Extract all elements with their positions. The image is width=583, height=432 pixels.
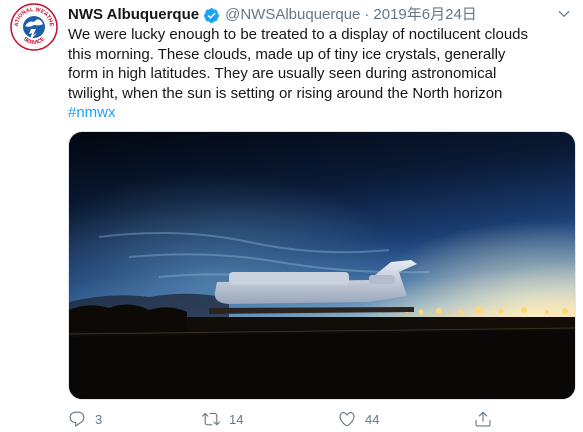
chevron-down-icon[interactable] — [557, 7, 571, 21]
separator: · — [364, 6, 370, 23]
display-name[interactable]: NWS Albuquerque — [68, 5, 199, 25]
retweet-button[interactable]: 14 — [202, 410, 243, 428]
tweet-header: NWS Albuquerque @NWSAlbuquerque · 2019年6… — [68, 5, 477, 25]
retweet-icon — [202, 412, 220, 426]
tweet-actions: 3 14 44 — [68, 408, 498, 430]
tweet-photo[interactable] — [68, 131, 576, 400]
sky-photo — [69, 132, 575, 399]
reply-icon — [69, 411, 85, 427]
reply-button[interactable]: 3 — [68, 410, 102, 428]
tweet-text: We were lucky enough to be treated to a … — [68, 25, 568, 123]
avatar[interactable]: NATIONAL WEATHER SERVICE — [9, 2, 59, 52]
hashtag-link[interactable]: #nmwx — [68, 104, 116, 121]
like-button[interactable]: 44 — [338, 410, 379, 428]
retweet-count: 14 — [229, 411, 244, 427]
share-icon — [475, 411, 491, 427]
reply-count: 3 — [95, 411, 103, 427]
nws-logo: NATIONAL WEATHER SERVICE — [9, 2, 58, 51]
like-icon — [339, 412, 355, 427]
like-count: 44 — [365, 411, 380, 427]
handle[interactable]: @NWSAlbuquerque — [225, 5, 360, 25]
verified-badge-icon — [203, 7, 220, 24]
tweet-body: We were lucky enough to be treated to a … — [68, 26, 528, 102]
share-button[interactable] — [474, 410, 501, 428]
tweet-date[interactable]: 2019年6月24日 — [373, 5, 476, 25]
